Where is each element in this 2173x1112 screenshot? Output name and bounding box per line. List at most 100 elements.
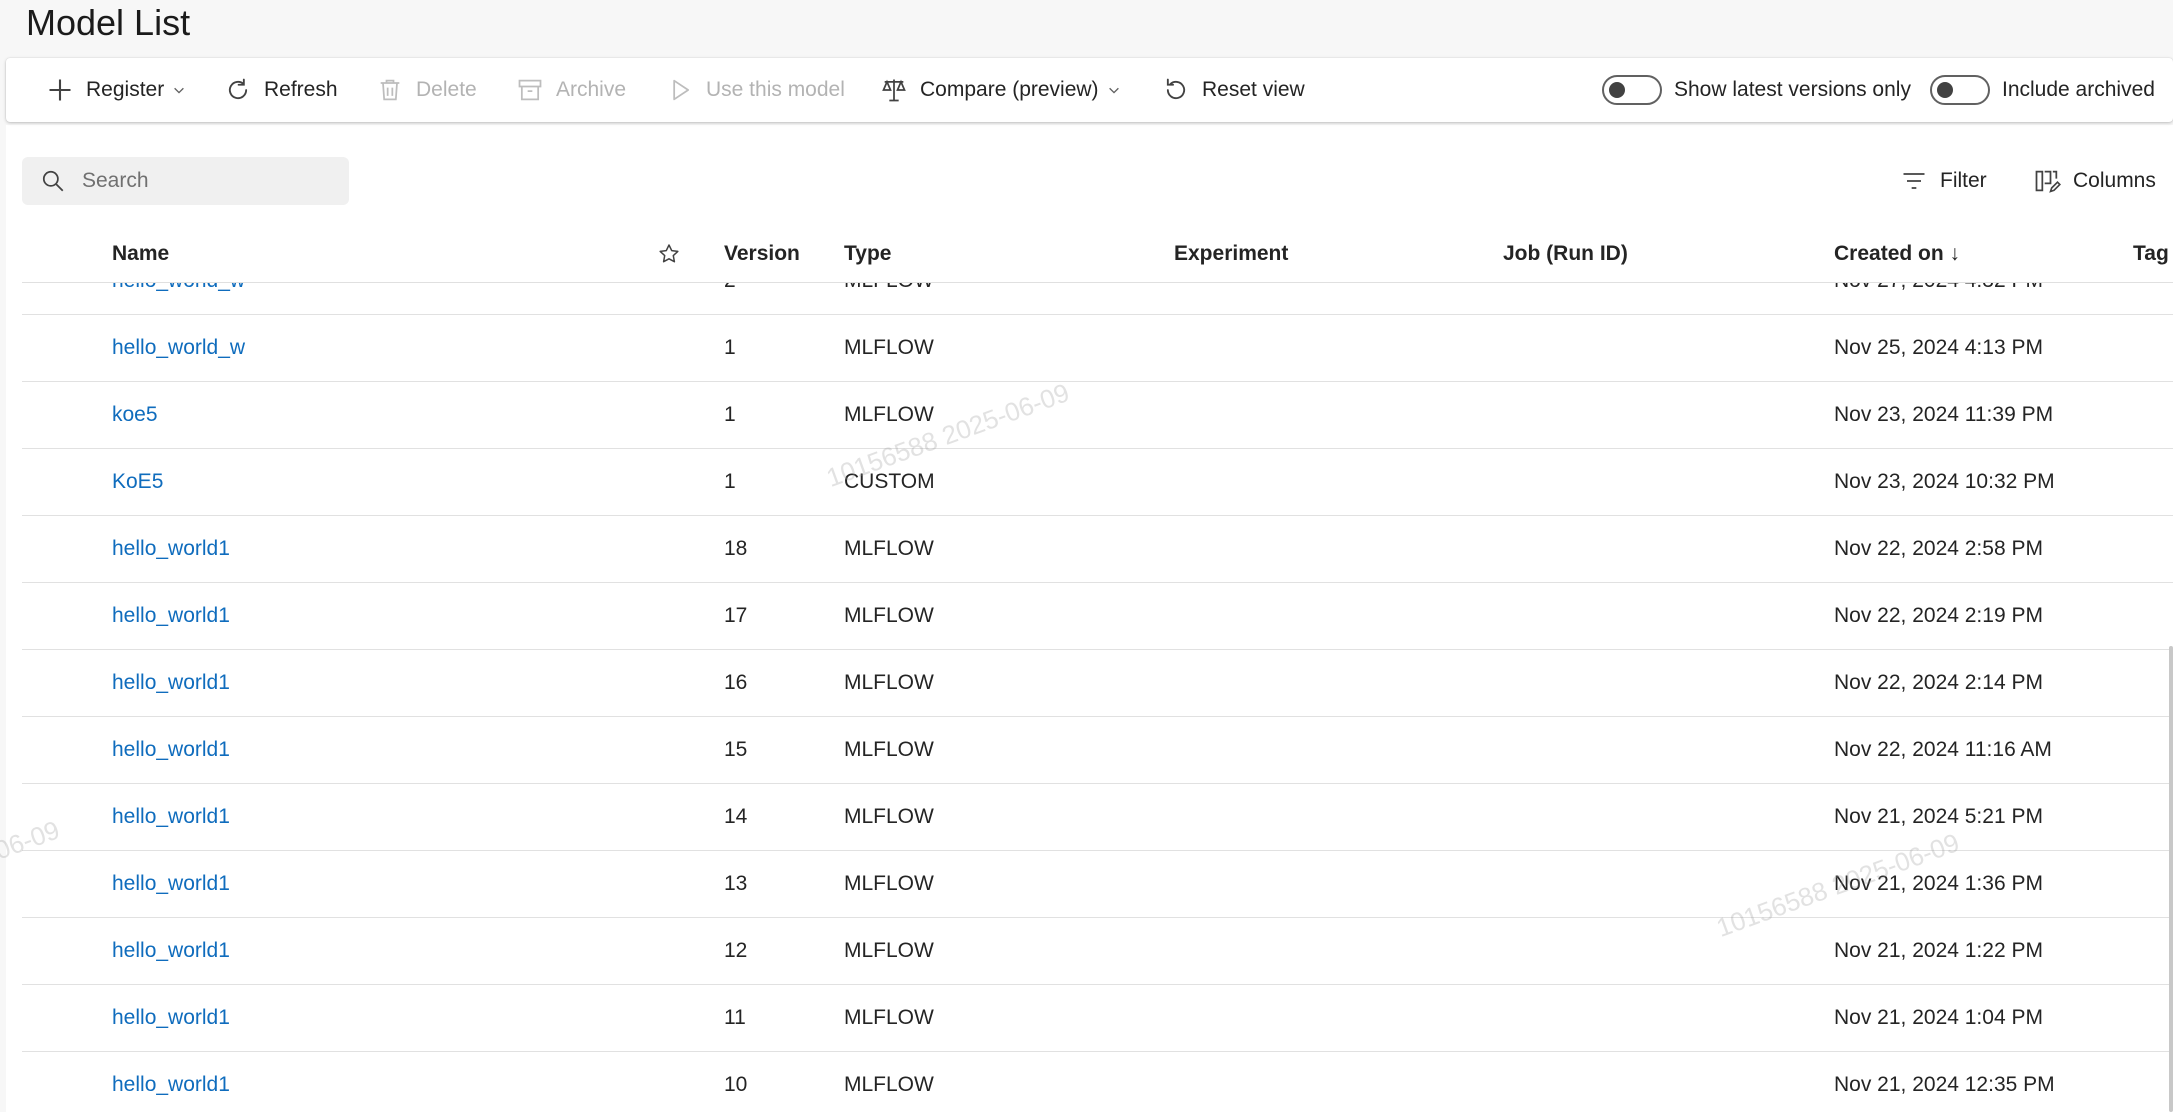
column-header-job[interactable]: Job (Run ID) <box>1503 226 1628 282</box>
type-cell: MLFLOW <box>844 537 934 560</box>
delete-button[interactable]: Delete <box>376 58 477 122</box>
created-on-cell: Nov 22, 2024 2:58 PM <box>1834 537 2043 560</box>
undo-icon <box>1166 78 1186 100</box>
vertical-scrollbar[interactable] <box>2169 646 2173 1112</box>
version-cell: 15 <box>724 738 748 761</box>
plus-icon <box>49 79 71 101</box>
created-on-cell: Nov 21, 2024 5:21 PM <box>1834 805 2043 828</box>
table-row[interactable]: hello_world_w 1 MLFLOW Nov 25, 2024 4:13 PM <box>22 315 2173 382</box>
table-header: Name Version Type Experiment Job (Run ID… <box>22 226 2173 283</box>
include-archived-toggle[interactable] <box>1930 75 1990 105</box>
table-rows: hello_world_w 2 MLFLOW Nov 27, 2024 4:32 PM… <box>22 282 2173 1112</box>
version-cell: 11 <box>724 1006 746 1029</box>
include-archived-label: Include archived <box>2002 78 2155 101</box>
version-cell: 1 <box>724 470 736 493</box>
search-icon <box>42 170 64 192</box>
filter-label: Filter <box>1940 169 1987 192</box>
model-name-link[interactable]: hello_world_w <box>112 282 245 314</box>
columns-edit-icon <box>2035 170 2061 193</box>
reset-view-label: Reset view <box>1202 78 1305 101</box>
toggle-knob <box>1937 82 1953 98</box>
version-cell: 2 <box>724 282 736 314</box>
type-cell: MLFLOW <box>844 671 934 694</box>
table-row[interactable]: hello_world1 14 MLFLOW Nov 21, 2024 5:21 PM <box>22 784 2173 851</box>
columns-button[interactable]: Columns <box>2033 157 2156 205</box>
refresh-button[interactable]: Refresh <box>224 58 338 122</box>
use-this-model-button[interactable]: Use this model <box>666 58 845 122</box>
version-cell: 10 <box>724 1073 748 1096</box>
model-name-link[interactable]: hello_world1 <box>112 583 230 649</box>
column-header-tags[interactable]: Tag <box>2133 226 2169 282</box>
created-on-cell: Nov 22, 2024 11:16 AM <box>1834 738 2052 761</box>
version-cell: 1 <box>724 336 736 359</box>
created-on-cell: Nov 21, 2024 1:04 PM <box>1834 1006 2043 1029</box>
chevron-down-icon <box>174 87 185 94</box>
table-row[interactable]: koe5 1 MLFLOW Nov 23, 2024 11:39 PM <box>22 382 2173 449</box>
table-row[interactable]: hello_world_w 2 MLFLOW Nov 27, 2024 4:32 PM <box>22 282 2173 315</box>
table-row[interactable]: KoE5 1 CUSTOM Nov 23, 2024 10:32 PM <box>22 449 2173 516</box>
type-cell: MLFLOW <box>844 336 934 359</box>
page-title: Model List <box>26 2 191 43</box>
column-header-created-on[interactable]: Created on ↓ <box>1834 226 1960 282</box>
trash-icon <box>380 79 400 101</box>
filter-button[interactable]: Filter <box>1900 157 1987 205</box>
table-row[interactable]: hello_world1 13 MLFLOW Nov 21, 2024 1:36 PM <box>22 851 2173 918</box>
compare-button[interactable]: Compare (preview) <box>880 58 1121 122</box>
model-name-link[interactable]: hello_world1 <box>112 985 230 1051</box>
register-label: Register <box>86 78 165 101</box>
search-input[interactable] <box>80 168 334 194</box>
version-cell: 18 <box>724 537 748 560</box>
created-on-cell: Nov 22, 2024 2:14 PM <box>1834 671 2043 694</box>
latest-versions-toggle[interactable] <box>1602 75 1662 105</box>
model-name-link[interactable]: hello_world1 <box>112 717 230 783</box>
version-cell: 13 <box>724 872 748 895</box>
type-cell: MLFLOW <box>844 738 934 761</box>
model-name-link[interactable]: hello_world_w <box>112 315 245 381</box>
created-on-cell: Nov 23, 2024 11:39 PM <box>1834 403 2054 426</box>
type-cell: MLFLOW <box>844 939 934 962</box>
type-cell: MLFLOW <box>844 282 934 314</box>
left-edge <box>0 125 6 1112</box>
table-row[interactable]: hello_world1 12 MLFLOW Nov 21, 2024 1:22 PM <box>22 918 2173 985</box>
version-cell: 17 <box>724 604 748 627</box>
model-name-link[interactable]: koe5 <box>112 382 158 448</box>
column-header-type[interactable]: Type <box>844 226 891 282</box>
table-row[interactable]: hello_world1 17 MLFLOW Nov 22, 2024 2:19 PM <box>22 583 2173 650</box>
model-name-link[interactable]: hello_world1 <box>112 918 230 984</box>
model-name-link[interactable]: hello_world1 <box>112 650 230 716</box>
table-row[interactable]: hello_world1 15 MLFLOW Nov 22, 2024 11:16 A… <box>22 717 2173 784</box>
archive-icon <box>518 79 542 101</box>
column-header-version[interactable]: Version <box>724 226 800 282</box>
favorite-header[interactable] <box>657 226 681 282</box>
type-cell: MLFLOW <box>844 403 934 426</box>
table-row[interactable]: hello_world1 11 MLFLOW Nov 21, 2024 1:04 PM <box>22 985 2173 1052</box>
model-name-link[interactable]: hello_world1 <box>112 1052 230 1112</box>
filter-icon <box>1903 173 1925 189</box>
search-box[interactable] <box>22 157 349 205</box>
columns-label: Columns <box>2073 169 2156 192</box>
version-cell: 1 <box>724 403 736 426</box>
column-header-experiment[interactable]: Experiment <box>1174 226 1288 282</box>
archive-button[interactable]: Archive <box>516 58 626 122</box>
created-on-cell: Nov 25, 2024 4:13 PM <box>1834 336 2043 359</box>
column-header-name[interactable]: Name <box>112 226 169 282</box>
register-button[interactable]: Register <box>46 58 186 122</box>
model-name-link[interactable]: hello_world1 <box>112 516 230 582</box>
table-row[interactable]: hello_world1 16 MLFLOW Nov 22, 2024 2:14 PM <box>22 650 2173 717</box>
chevron-down-icon <box>1108 87 1119 94</box>
use-this-model-label: Use this model <box>706 78 845 101</box>
version-cell: 16 <box>724 671 748 694</box>
model-name-link[interactable]: hello_world1 <box>112 784 230 850</box>
type-cell: MLFLOW <box>844 604 934 627</box>
type-cell: MLFLOW <box>844 1006 934 1029</box>
model-name-link[interactable]: KoE5 <box>112 449 163 515</box>
table-row[interactable]: hello_world1 10 MLFLOW Nov 21, 2024 12:35 P… <box>22 1052 2173 1112</box>
delete-label: Delete <box>416 78 477 101</box>
model-name-link[interactable]: hello_world1 <box>112 851 230 917</box>
table-row[interactable]: hello_world1 18 MLFLOW Nov 22, 2024 2:58 PM <box>22 516 2173 583</box>
type-cell: MLFLOW <box>844 872 934 895</box>
created-on-cell: Nov 21, 2024 1:22 PM <box>1834 939 2043 962</box>
toggle-knob <box>1609 82 1625 98</box>
star-icon <box>659 244 679 263</box>
reset-view-button[interactable]: Reset view <box>1162 58 1305 122</box>
